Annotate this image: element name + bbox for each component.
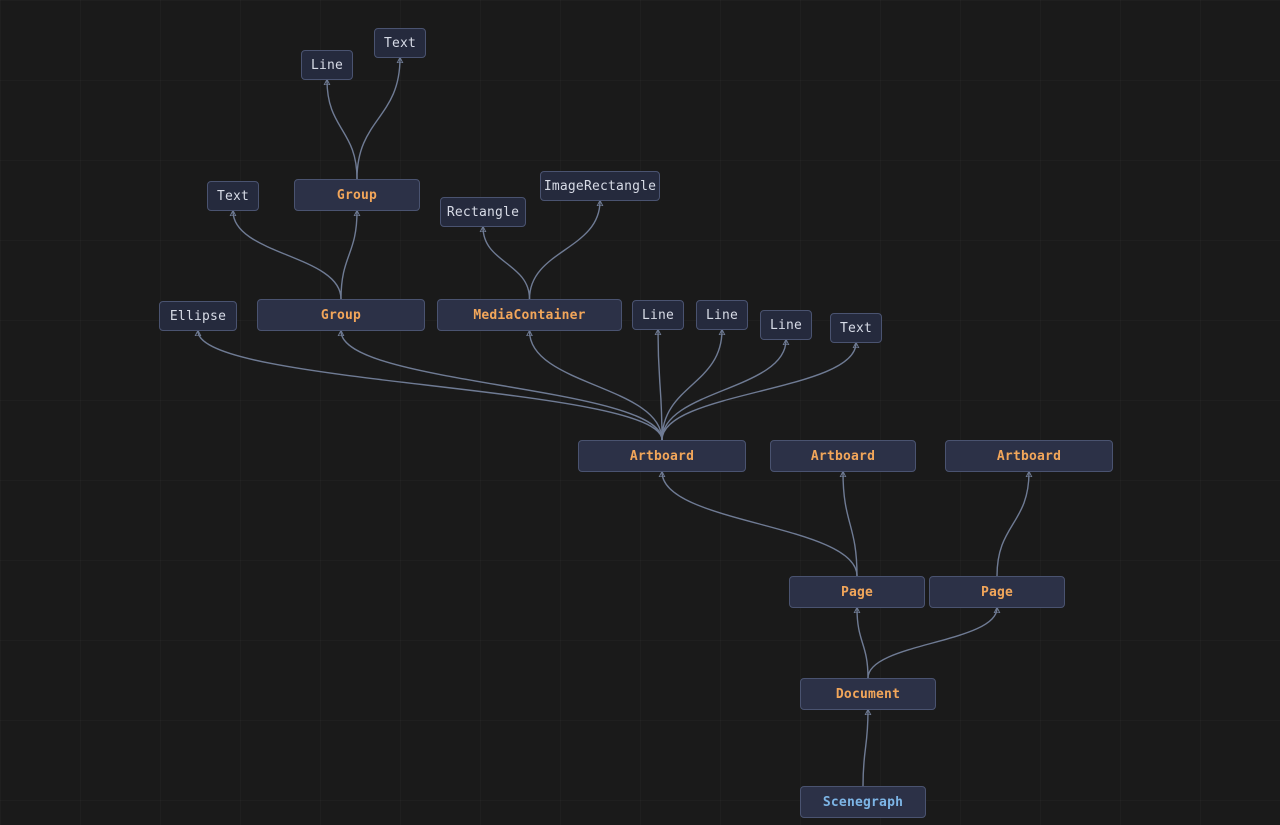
node-rectangle[interactable]: Rectangle [440, 197, 526, 227]
node-page2[interactable]: Page [929, 576, 1065, 608]
node-lineTop[interactable]: Line [301, 50, 353, 80]
node-ellipse[interactable]: Ellipse [159, 301, 237, 331]
node-line1[interactable]: Line [632, 300, 684, 330]
node-media[interactable]: MediaContainer [437, 299, 622, 331]
node-text3[interactable]: Text [830, 313, 882, 343]
diagram-canvas: Scenegraph Document PagePage Artboard Artboa… [0, 0, 1280, 825]
node-line2[interactable]: Line [696, 300, 748, 330]
node-scenegraph[interactable]: Scenegraph [800, 786, 926, 818]
node-line3[interactable]: Line [760, 310, 812, 340]
node-text1[interactable]: Text [207, 181, 259, 211]
node-group2[interactable]: Group [257, 299, 425, 331]
node-document[interactable]: Document [800, 678, 936, 710]
node-page1[interactable]: Page [789, 576, 925, 608]
node-textTop[interactable]: Text [374, 28, 426, 58]
node-imagerect[interactable]: ImageRectangle [540, 171, 660, 201]
node-artboard1[interactable]: Artboard [578, 440, 746, 472]
node-artboard3[interactable]: Artboard [945, 440, 1113, 472]
node-group1[interactable]: Group [294, 179, 420, 211]
node-artboard2[interactable]: Artboard [770, 440, 916, 472]
